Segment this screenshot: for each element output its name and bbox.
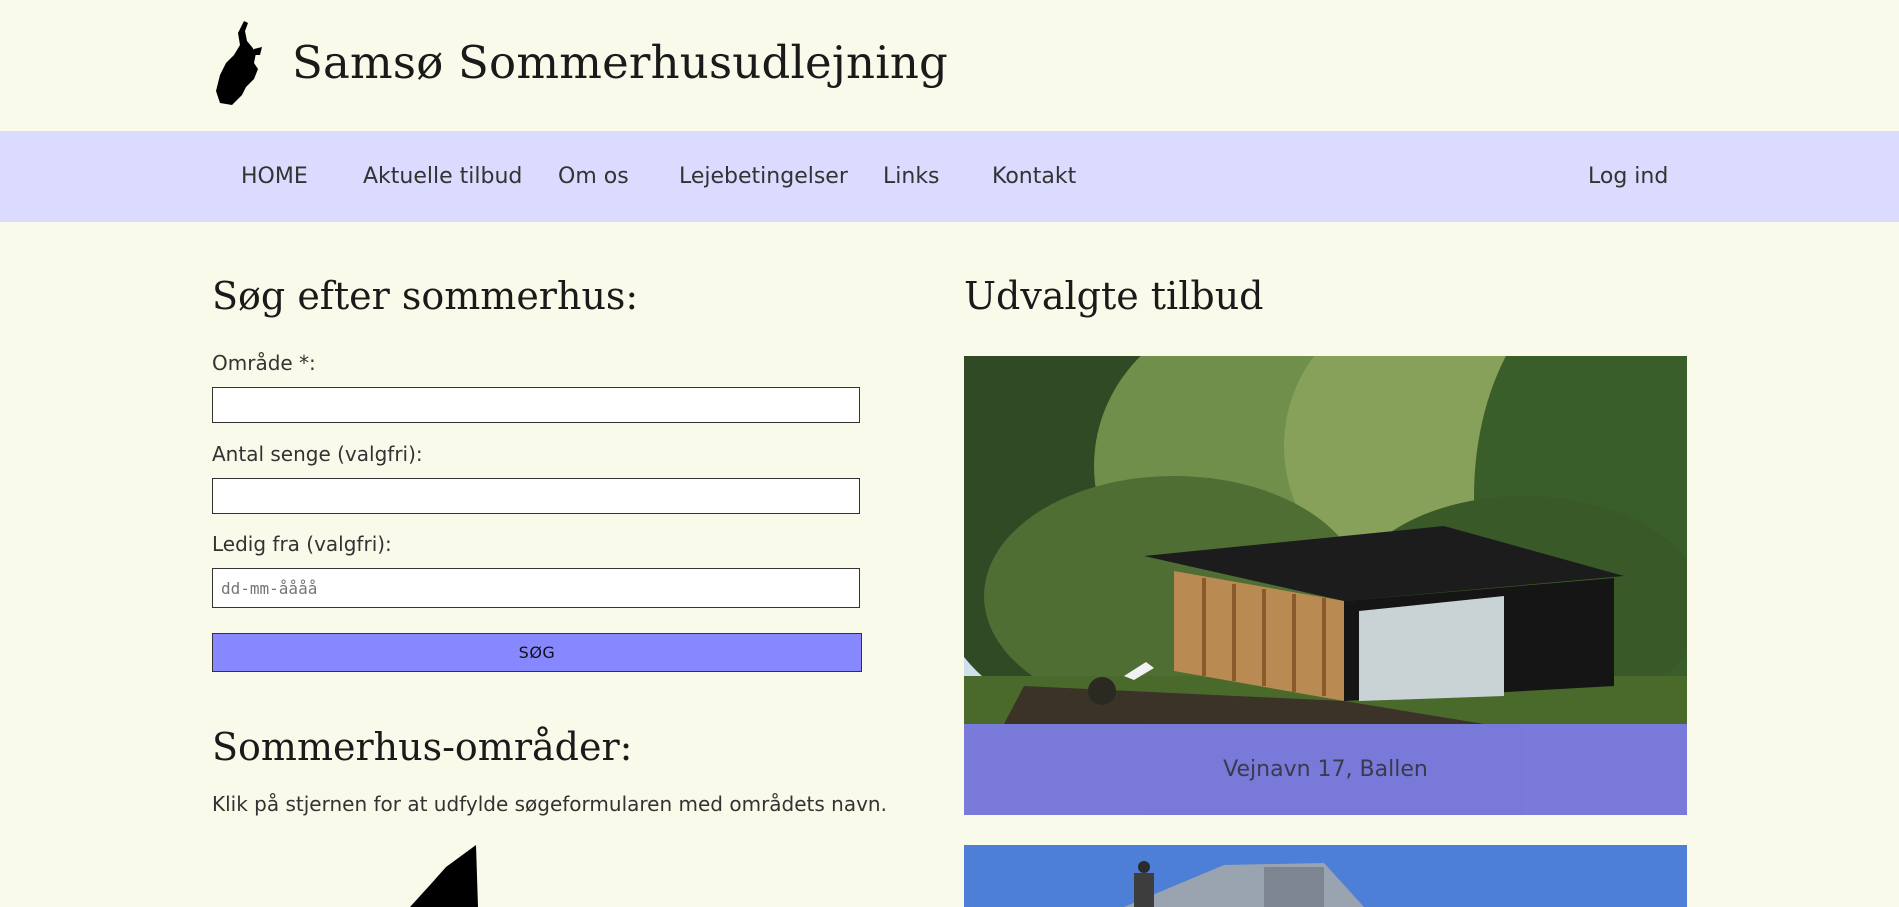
nav-item-links[interactable]: Links (883, 131, 940, 222)
area-label: Område *: (212, 351, 316, 375)
offers-title: Udvalgte tilbud (964, 274, 1264, 318)
offer-caption: Vejnavn 17, Ballen (964, 724, 1687, 815)
date-input[interactable] (212, 568, 860, 608)
nav-item-kontakt[interactable]: Kontakt (992, 131, 1076, 222)
areas-title: Sommerhus-områder: (212, 725, 633, 769)
search-title: Søg efter sommerhus: (212, 274, 639, 318)
beds-label: Antal senge (valgfri): (212, 442, 423, 466)
island-logo-icon[interactable] (214, 19, 264, 105)
date-label: Ledig fra (valgfri): (212, 532, 392, 556)
beds-input[interactable] (212, 478, 860, 514)
summerhouse-photo (964, 356, 1687, 724)
main-navbar: HOME Aktuelle tilbud Om os Lejebetingels… (0, 131, 1899, 222)
site-title[interactable]: Samsø Sommerhusudlejning (292, 36, 948, 89)
nav-item-lejebetingelser[interactable]: Lejebetingelser (679, 131, 848, 222)
area-input[interactable] (212, 387, 860, 423)
nav-item-login[interactable]: Log ind (1588, 131, 1668, 222)
island-map-shape[interactable] (410, 845, 480, 907)
nav-item-aktuelle-tilbud[interactable]: Aktuelle tilbud (363, 131, 522, 222)
search-button[interactable]: SØG (212, 633, 862, 672)
offer-card[interactable]: Vejnavn 17, Ballen (964, 356, 1687, 815)
nav-item-home[interactable]: HOME (241, 131, 308, 222)
site-header: Samsø Sommerhusudlejning (0, 0, 1899, 131)
offer-card[interactable] (964, 845, 1687, 907)
summerhouse-photo (964, 845, 1687, 907)
areas-help-text: Klik på stjernen for at udfylde søgeform… (212, 792, 887, 816)
nav-item-om-os[interactable]: Om os (558, 131, 629, 222)
